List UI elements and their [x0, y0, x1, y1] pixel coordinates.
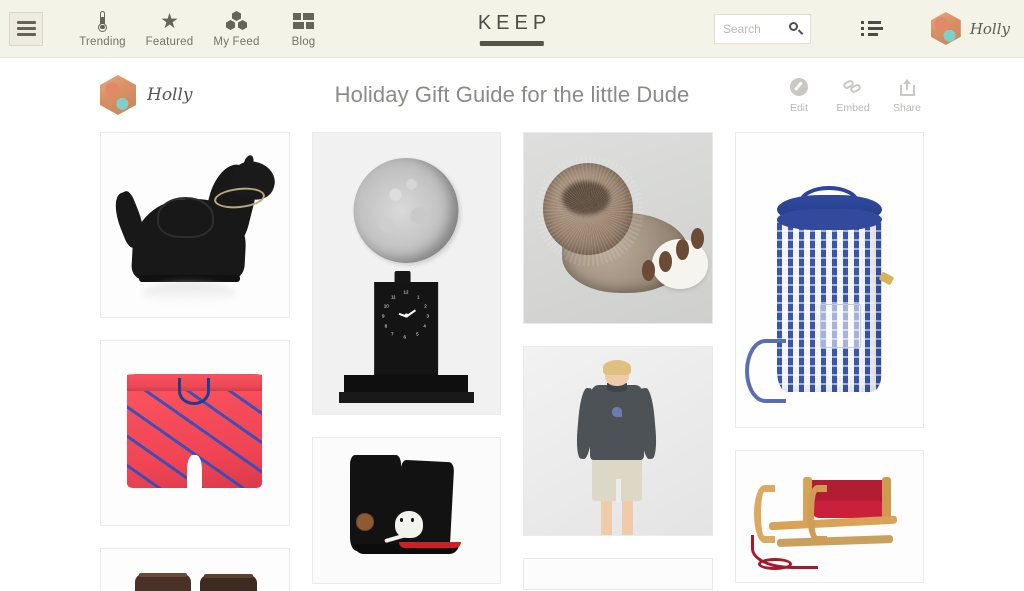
nav-label-blog: Blog	[291, 36, 316, 48]
hexagons-icon	[226, 9, 248, 33]
avatar	[100, 75, 136, 115]
search-box[interactable]	[713, 13, 811, 44]
grid-item-brown-boots-partial[interactable]	[100, 548, 290, 591]
grid-item-boy-in-polo-shirt[interactable]	[523, 346, 713, 536]
nav-item-trending[interactable]: Trending	[69, 9, 136, 48]
grid-column	[523, 132, 713, 590]
embed-button[interactable]: Embed	[836, 76, 870, 114]
search-icon[interactable]	[788, 22, 804, 35]
product-image-wooden-sled	[735, 451, 923, 582]
nav-label-featured: Featured	[145, 36, 194, 48]
keep-logo[interactable]: KEEP	[473, 12, 551, 46]
masonry-grid: 12 1 2 3 4 5 6 7 8 9 10 11	[0, 132, 1024, 591]
grid-item-red-swim-shorts[interactable]	[100, 340, 290, 526]
logo-text: KEEP	[477, 11, 552, 34]
nav-label-my-feed: My Feed	[213, 36, 260, 48]
nav-item-my-feed[interactable]: My Feed	[203, 9, 270, 48]
product-image-rocking-horse	[101, 133, 289, 317]
product-image-bottom-partial	[524, 559, 712, 589]
collection-actions: Edit Embed Share	[782, 76, 924, 114]
grid-item-black-rocking-horse[interactable]	[100, 132, 290, 318]
grid-item-moon-globe-clock[interactable]: 12 1 2 3 4 5 6 7 8 9 10 11	[311, 132, 501, 415]
grid-item-wooden-sled[interactable]	[734, 450, 924, 583]
grid-item-bottom-partial[interactable]	[523, 558, 713, 590]
logo-underline	[479, 40, 544, 46]
thermometer-icon	[98, 9, 107, 33]
collection-owner[interactable]: Holly	[100, 75, 193, 115]
owner-name: Holly	[147, 85, 193, 105]
nav-item-featured[interactable]: ★ Featured	[136, 9, 203, 49]
nav-item-blog[interactable]: Blog	[270, 9, 337, 48]
star-icon: ★	[160, 9, 179, 33]
grid-column	[734, 132, 924, 583]
product-image-skull-boots	[312, 438, 500, 583]
grid-column	[100, 132, 290, 591]
top-header: Trending ★ Featured My Feed Blog KEEP Se…	[0, 0, 1024, 58]
share-upload-icon	[899, 76, 915, 98]
header-right-cluster: Holly	[713, 12, 1024, 45]
page-body: Holly Holiday Gift Guide for the little …	[0, 58, 1024, 591]
user-name: Holly	[969, 19, 1010, 38]
share-label: Share	[892, 102, 922, 114]
product-image-moon-clock: 12 1 2 3 4 5 6 7 8 9 10 11	[312, 133, 500, 414]
hamburger-bar	[16, 33, 36, 36]
nav-label-trending: Trending	[79, 36, 126, 48]
avatar	[930, 12, 961, 45]
product-image-swim-shorts	[101, 341, 289, 525]
product-image-paw-slipper	[524, 133, 712, 323]
list-view-icon[interactable]	[860, 20, 883, 37]
grid-column: 12 1 2 3 4 5 6 7 8 9 10 11	[311, 132, 501, 584]
user-menu[interactable]: Holly	[930, 12, 1010, 45]
embed-label: Embed	[836, 102, 870, 114]
link-chain-icon	[842, 76, 863, 98]
hamburger-bar	[16, 21, 36, 24]
product-image-elephant-bag	[735, 133, 923, 427]
pencil-circle-icon	[790, 76, 808, 98]
grid-item-bear-paw-slipper[interactable]	[523, 132, 713, 324]
primary-nav: Trending ★ Featured My Feed Blog	[69, 9, 337, 48]
product-image-boy-model	[524, 347, 712, 535]
edit-label: Edit	[789, 102, 809, 114]
edit-button[interactable]: Edit	[782, 76, 816, 114]
hamburger-bar	[16, 27, 36, 30]
layout-grid-icon	[293, 9, 314, 33]
hamburger-menu-icon[interactable]	[9, 11, 43, 46]
grid-item-black-skull-boots[interactable]	[311, 437, 501, 584]
grid-item-blue-elephant-duffel-bag[interactable]	[734, 132, 924, 428]
search-input[interactable]	[722, 21, 785, 36]
product-image-brown-partial	[101, 549, 289, 591]
collection-header: Holly Holiday Gift Guide for the little …	[0, 58, 1024, 132]
share-button[interactable]: Share	[890, 76, 924, 114]
